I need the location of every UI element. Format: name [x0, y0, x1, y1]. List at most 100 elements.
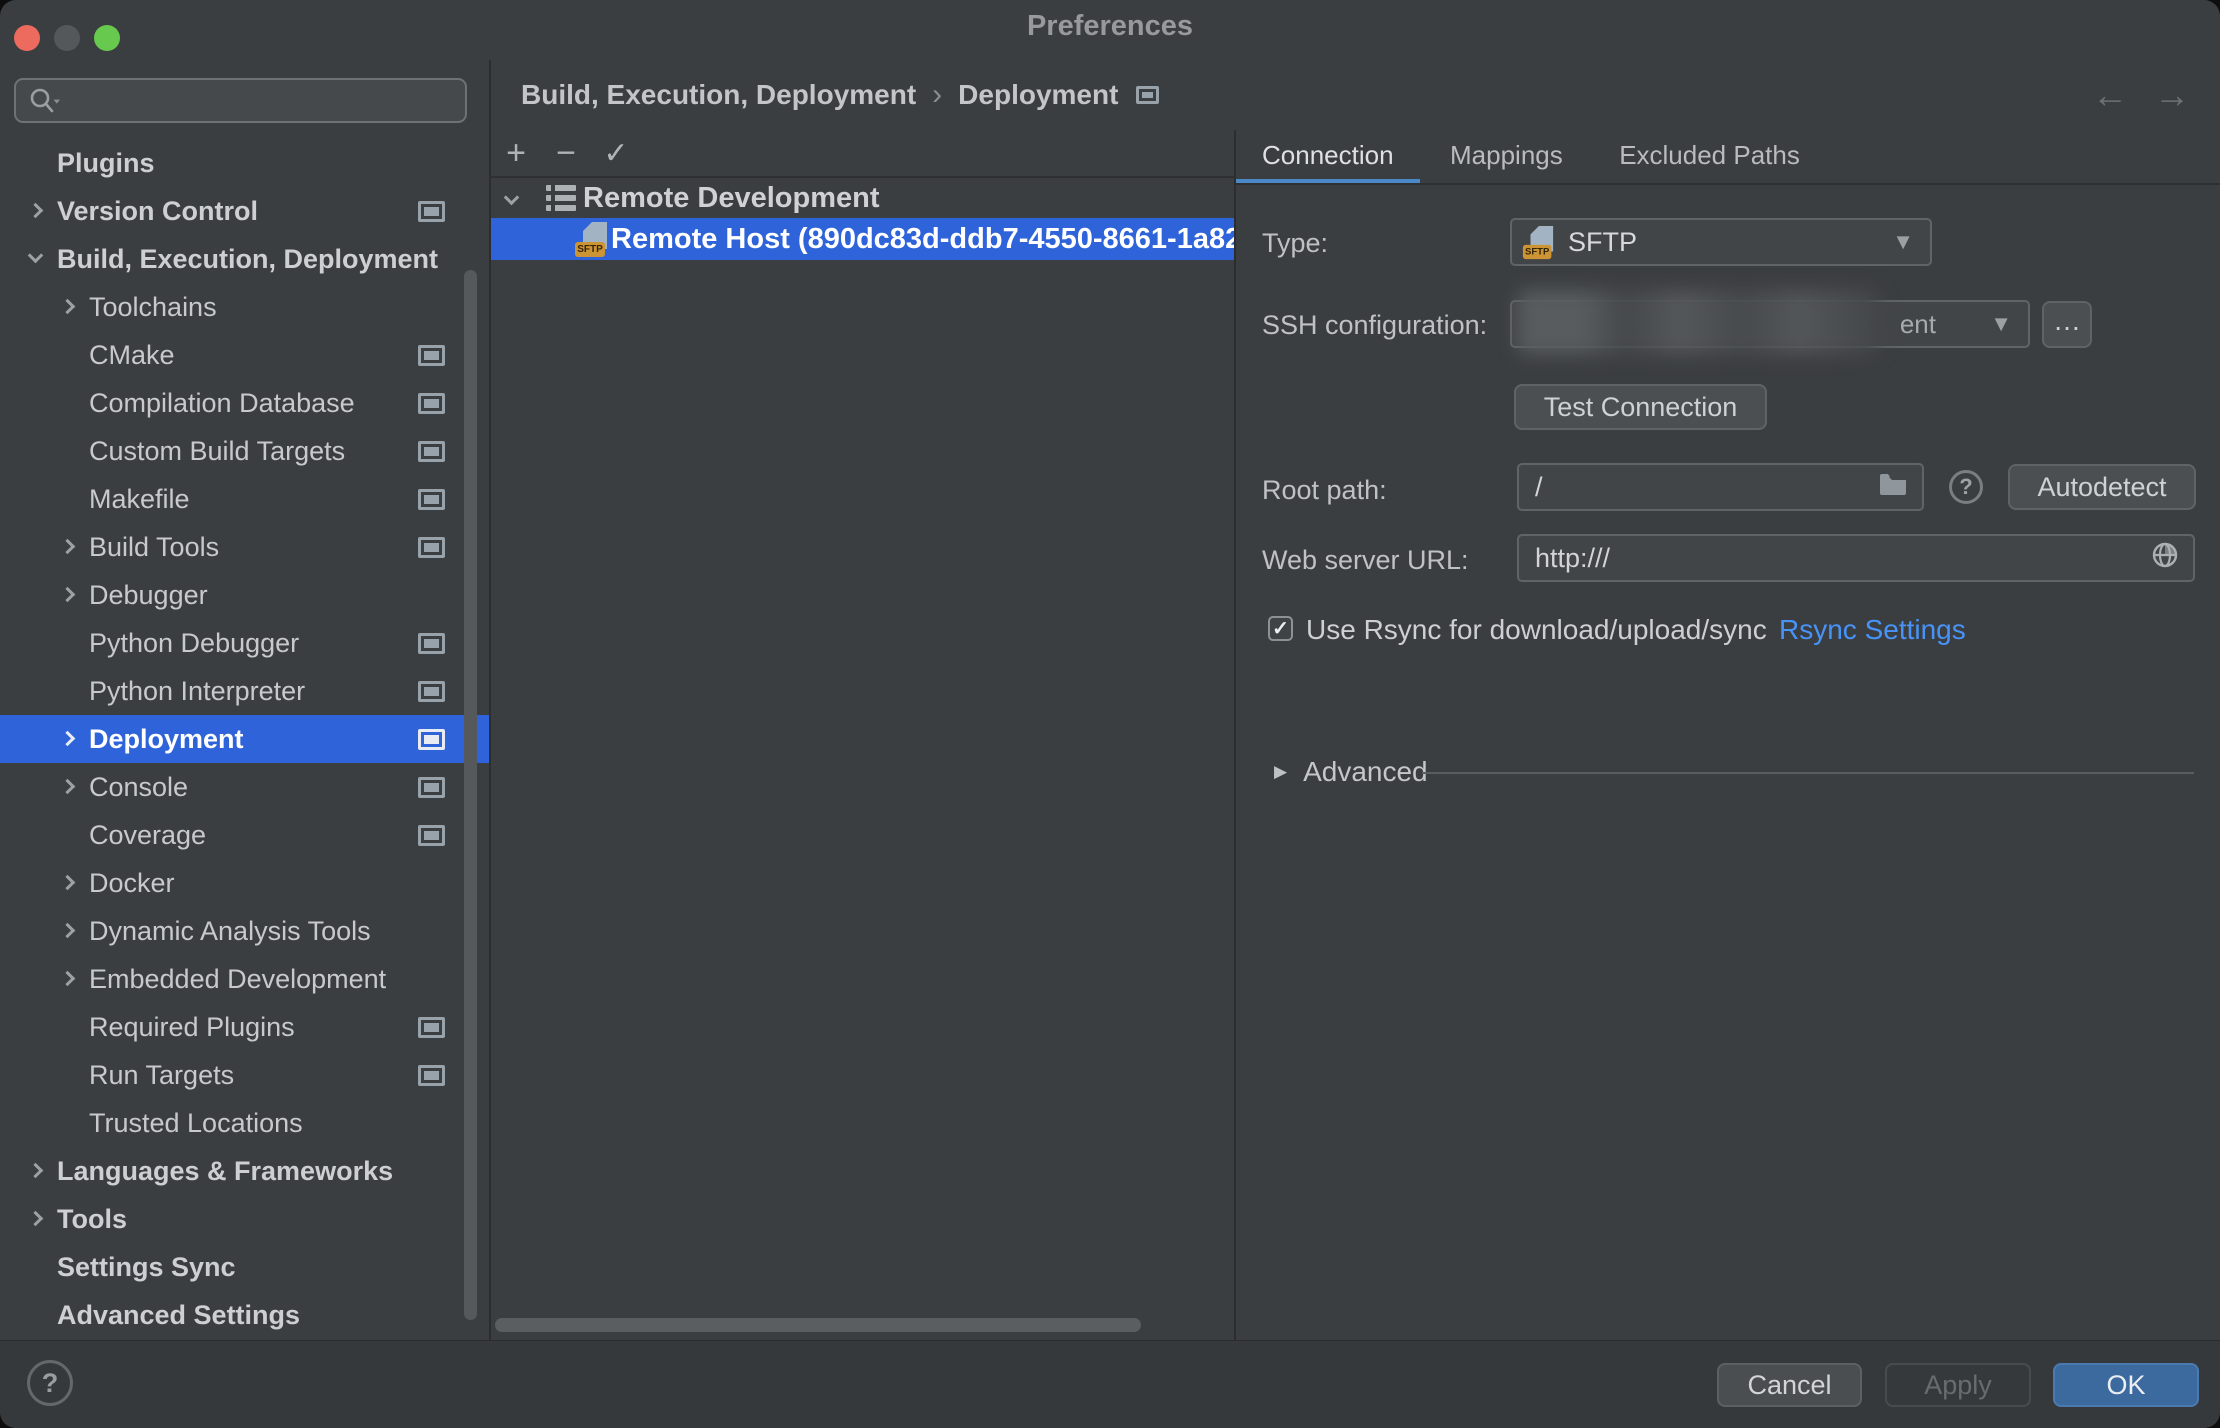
add-server-button[interactable]: + — [491, 134, 541, 173]
sidebar-item[interactable]: Embedded Development — [0, 955, 489, 1003]
tabs-bar: Connection Mappings Excluded Paths — [1236, 130, 2220, 184]
ellipsis-icon: … — [2053, 305, 2081, 337]
sidebar-item[interactable]: Python Interpreter — [0, 667, 489, 715]
sidebar-item-label: Run Targets — [89, 1060, 234, 1091]
chevron-icon — [60, 779, 76, 795]
use-rsync-checkbox[interactable]: ✓ — [1268, 616, 1293, 641]
sidebar-item[interactable]: Compilation Database — [0, 379, 489, 427]
tab-label: Mappings — [1450, 140, 1563, 170]
chevron-icon — [28, 248, 44, 264]
web-server-url-label: Web server URL: — [1262, 545, 1469, 576]
cancel-button[interactable]: Cancel — [1717, 1363, 1862, 1407]
use-rsync-label: Use Rsync for download/upload/sync — [1306, 614, 1767, 646]
question-mark-icon: ? — [42, 1368, 59, 1399]
tab[interactable]: Excluded Paths — [1593, 130, 1826, 184]
web-server-url-field — [1517, 534, 2195, 582]
autodetect-button[interactable]: Autodetect — [2008, 464, 2196, 510]
sidebar-item-label: Python Interpreter — [89, 676, 305, 707]
sidebar-scrollbar[interactable] — [464, 270, 477, 1320]
sidebar-item[interactable]: Build, Execution, Deployment — [0, 235, 489, 283]
web-server-url-input[interactable] — [1533, 542, 2143, 575]
ssh-value-fragment: ent — [1900, 309, 1936, 340]
sidebar-item[interactable]: Console — [0, 763, 489, 811]
sidebar-item[interactable]: Deployment — [0, 715, 489, 763]
screen-settings-icon — [418, 729, 445, 750]
root-path-help-icon[interactable]: ? — [1949, 470, 1983, 504]
ssh-configuration-dropdown[interactable]: ent ▼ — [1510, 300, 2030, 348]
tree-group-row[interactable]: Remote Development — [491, 178, 1234, 218]
sidebar-item[interactable]: Coverage — [0, 811, 489, 859]
globe-icon[interactable] — [2151, 541, 2179, 576]
collapsed-triangle-icon: ▶ — [1274, 762, 1287, 782]
preferences-dialog: Preferences Plugins — [0, 0, 2220, 1428]
sidebar-item[interactable]: Required Plugins — [0, 1003, 489, 1051]
server-group-icon — [546, 185, 576, 211]
screen-settings-icon — [418, 345, 445, 366]
sidebar-item[interactable]: Debugger — [0, 571, 489, 619]
tree-host-row-selected[interactable]: SFTP Remote Host (890dc83d-ddb7-4550-866… — [491, 218, 1234, 260]
sidebar-item[interactable]: Docker — [0, 859, 489, 907]
sidebar-item[interactable]: Run Targets — [0, 1051, 489, 1099]
sidebar-item[interactable]: Advanced Settings — [0, 1291, 489, 1339]
sidebar-item[interactable]: Build Tools — [0, 523, 489, 571]
remove-server-button[interactable]: − — [541, 134, 591, 173]
tree-host-label: Remote Host (890dc83d-ddb7-4550-8661-1a8… — [611, 223, 1234, 256]
sidebar-item-label: Plugins — [57, 148, 155, 179]
sidebar-item[interactable]: Toolchains — [0, 283, 489, 331]
advanced-separator — [1422, 772, 2194, 774]
ok-button[interactable]: OK — [2053, 1363, 2199, 1407]
sidebar-item-label: Deployment — [89, 724, 244, 755]
forward-arrow-icon[interactable]: → — [2154, 74, 2190, 116]
breadcrumb-separator-icon: › — [932, 78, 942, 112]
root-path-input[interactable] — [1533, 471, 1870, 504]
sidebar-item[interactable]: Tools — [0, 1195, 489, 1243]
sidebar-item[interactable]: Trusted Locations — [0, 1099, 489, 1147]
chevron-down-icon[interactable] — [504, 190, 520, 206]
horizontal-scrollbar[interactable] — [495, 1318, 1141, 1332]
chevron-icon — [60, 539, 76, 555]
advanced-toggle[interactable]: ▶ Advanced — [1274, 756, 1428, 788]
sidebar-item-label: Python Debugger — [89, 628, 299, 659]
sidebar-item[interactable]: Makefile — [0, 475, 489, 523]
chevron-icon — [60, 923, 76, 939]
sidebar-item[interactable]: Dynamic Analysis Tools — [0, 907, 489, 955]
root-path-field — [1517, 463, 1924, 511]
apply-button-disabled[interactable]: Apply — [1885, 1363, 2031, 1407]
sidebar-item[interactable]: Languages & Frameworks — [0, 1147, 489, 1195]
sftp-type-icon: SFTP — [1523, 224, 1557, 260]
search-input[interactable] — [70, 84, 453, 117]
sidebar-item[interactable]: Plugins — [0, 139, 489, 187]
sidebar-item-label: Makefile — [89, 484, 190, 515]
breadcrumb-parent[interactable]: Build, Execution, Deployment — [521, 79, 916, 111]
chevron-icon — [60, 731, 76, 747]
sidebar-item-label: Toolchains — [89, 292, 217, 323]
chevron-icon — [60, 299, 76, 315]
type-dropdown[interactable]: SFTP SFTP ▼ — [1510, 218, 1932, 266]
autodetect-label: Autodetect — [2037, 472, 2166, 503]
tab[interactable]: Mappings — [1424, 130, 1589, 184]
sidebar-item[interactable]: CMake — [0, 331, 489, 379]
sidebar-item[interactable]: Version Control — [0, 187, 489, 235]
ssh-more-options-button[interactable]: … — [2042, 301, 2092, 348]
dropdown-arrow-icon: ▼ — [1892, 229, 1914, 255]
use-as-default-button[interactable]: ✓ — [591, 136, 641, 171]
type-value: SFTP — [1568, 227, 1637, 258]
back-arrow-icon[interactable]: ← — [2092, 74, 2128, 116]
folder-browse-icon[interactable] — [1878, 472, 1908, 503]
sidebar-item[interactable]: Custom Build Targets — [0, 427, 489, 475]
question-mark-icon: ? — [1959, 474, 1972, 500]
rsync-settings-link[interactable]: Rsync Settings — [1779, 614, 1966, 646]
sftp-server-icon: SFTP — [575, 220, 611, 258]
sidebar-item-label: Languages & Frameworks — [57, 1156, 393, 1187]
screen-settings-icon — [418, 681, 445, 702]
screen-settings-icon — [418, 393, 445, 414]
test-connection-button[interactable]: Test Connection — [1514, 384, 1767, 430]
tab[interactable]: Connection — [1236, 130, 1420, 184]
sidebar-item[interactable]: Python Debugger — [0, 619, 489, 667]
sidebar-item[interactable]: Settings Sync — [0, 1243, 489, 1291]
connection-form: Type: SFTP SFTP ▼ SSH configuration: ent… — [1236, 184, 2220, 1340]
servers-toolbar: + − ✓ — [491, 130, 1234, 176]
settings-search-box[interactable] — [14, 78, 467, 123]
help-button[interactable]: ? — [27, 1360, 73, 1406]
apply-label: Apply — [1924, 1370, 1992, 1401]
